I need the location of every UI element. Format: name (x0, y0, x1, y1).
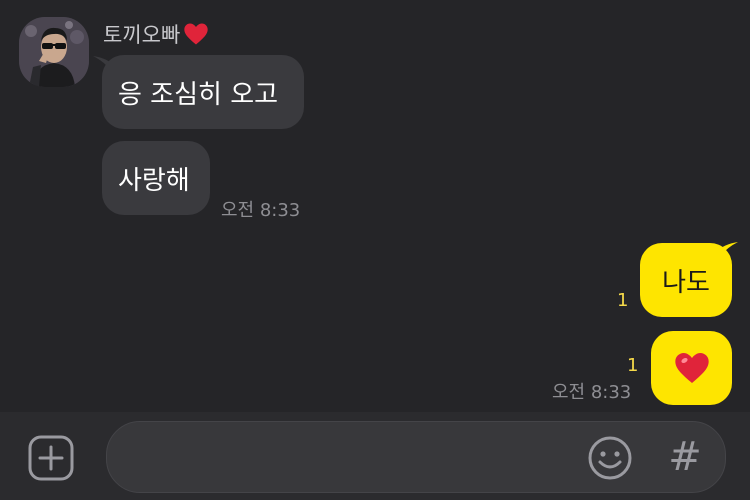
plus-square-icon[interactable] (28, 435, 74, 481)
smiley-icon[interactable] (586, 434, 634, 482)
outgoing-message-bubble[interactable] (651, 331, 732, 405)
message-timestamp: 오전 8:33 (221, 200, 301, 221)
unread-count: 1 (627, 355, 639, 376)
message-input-bar: # (0, 412, 750, 500)
incoming-message-bubble[interactable]: 응 조심히 오고 (102, 55, 304, 129)
sender-name: 토끼오빠 (103, 23, 181, 47)
hash-button[interactable]: # (665, 432, 705, 482)
chat-area[interactable]: 토끼오빠 응 조심히 오고 사랑해 오전 8:33 1 나도 1 오전 8:33 (0, 0, 750, 412)
sender-header: 토끼오빠 (103, 19, 210, 49)
outgoing-message-bubble[interactable]: 나도 (640, 243, 732, 317)
message-timestamp: 오전 8:33 (552, 382, 632, 403)
incoming-message-bubble[interactable]: 사랑해 (102, 141, 210, 215)
unread-count: 1 (617, 290, 629, 311)
message-text: 사랑해 (118, 165, 190, 196)
message-text: 나도 (662, 267, 710, 298)
heart-icon (182, 20, 210, 48)
message-text: 응 조심히 오고 (118, 79, 279, 110)
heart-emoji-icon (672, 348, 712, 388)
avatar[interactable] (19, 17, 89, 87)
